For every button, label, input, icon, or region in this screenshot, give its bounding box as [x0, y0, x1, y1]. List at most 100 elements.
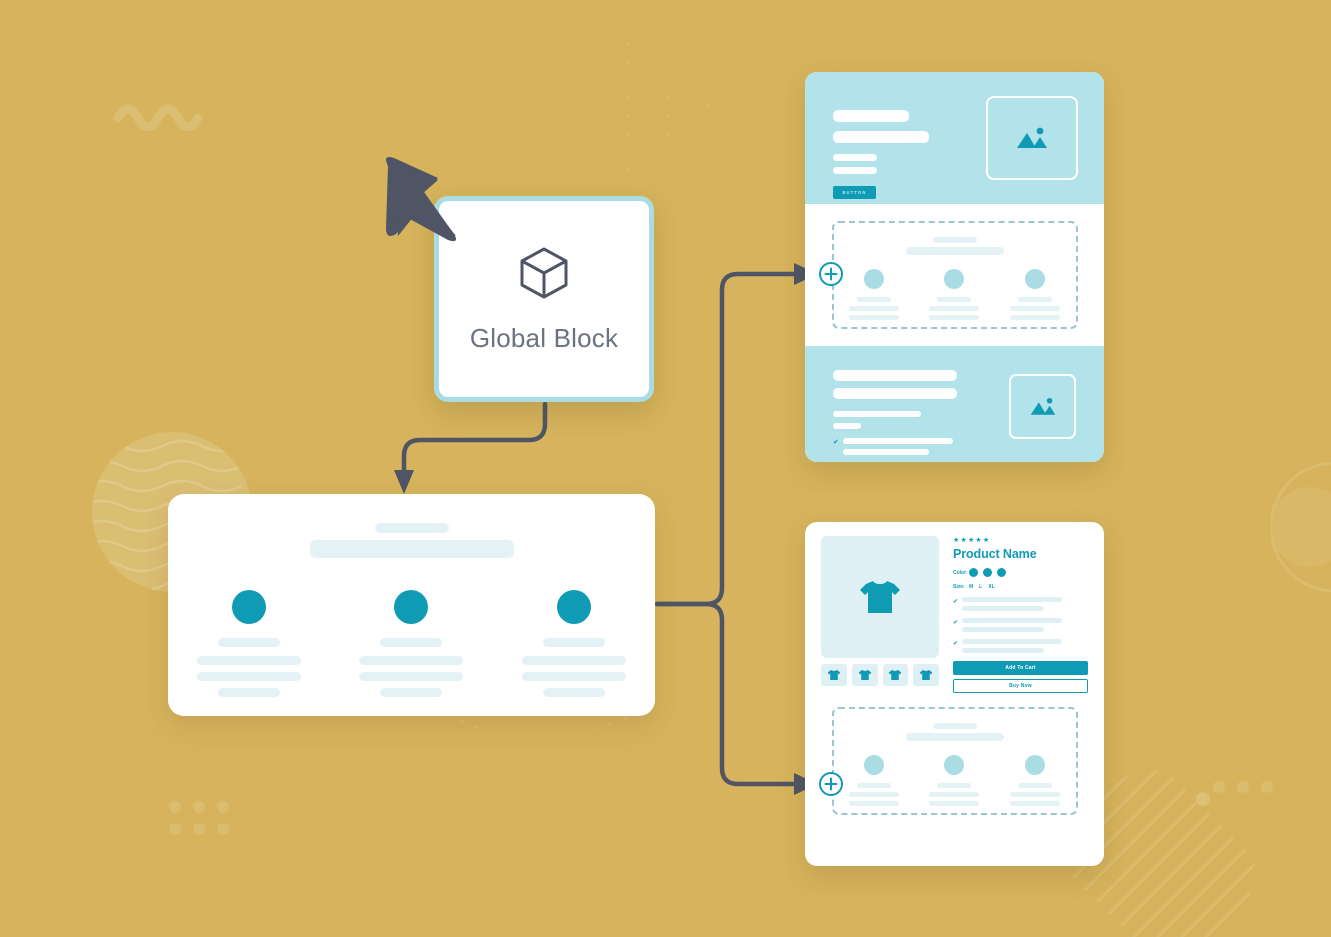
instance-column — [509, 590, 639, 697]
circle-icon — [556, 590, 591, 624]
text-placeholder — [937, 783, 972, 788]
dropzone-heading-placeholder — [932, 723, 977, 729]
circle-icon — [944, 269, 965, 289]
feature-title-placeholder — [833, 388, 957, 399]
text-placeholder — [848, 801, 899, 806]
color-swatch[interactable] — [983, 568, 992, 577]
product-feature-item: ✔ — [953, 597, 1088, 611]
product-thumbnails — [821, 664, 939, 686]
cursor-arrow-icon — [386, 157, 456, 242]
dropzone-heading-placeholder — [932, 237, 977, 243]
circle-icon — [944, 755, 965, 775]
dropzone-column — [1004, 755, 1066, 806]
hero-cta-button[interactable]: BUTTON — [833, 186, 876, 199]
product-thumbnail[interactable] — [913, 664, 939, 686]
text-placeholder — [848, 306, 899, 311]
hero-text-block: BUTTON — [833, 110, 929, 199]
hero-text-placeholder — [833, 154, 877, 161]
tshirt-icon — [827, 669, 841, 681]
feature-text-block: ✔ ✔ — [833, 370, 957, 462]
tshirt-icon — [889, 669, 902, 681]
product-rating-stars: ★★★★★ — [953, 537, 991, 544]
text-placeholder — [962, 648, 1045, 653]
text-placeholder — [1010, 792, 1061, 797]
image-placeholder-icon — [1030, 397, 1055, 415]
text-placeholder — [197, 656, 302, 665]
hero-title-placeholder — [833, 110, 909, 122]
text-placeholder — [218, 688, 281, 697]
hero-subtitle-placeholder — [833, 131, 929, 143]
feature-text-placeholder — [833, 423, 861, 429]
product-gallery — [821, 536, 939, 693]
circle-icon — [232, 590, 267, 624]
heading-placeholder — [374, 523, 449, 533]
text-placeholder — [929, 306, 980, 311]
text-placeholder — [380, 638, 443, 647]
dropzone-top[interactable] — [831, 221, 1078, 329]
instance-column — [346, 590, 476, 697]
check-icon: ✔ — [953, 641, 959, 647]
text-placeholder — [937, 297, 972, 302]
feature-section: ✔ ✔ — [805, 346, 1104, 462]
text-placeholder — [962, 618, 1063, 623]
product-feature-item: ✔ — [953, 618, 1088, 632]
text-placeholder — [521, 656, 626, 665]
color-swatch[interactable] — [997, 568, 1006, 577]
text-placeholder — [962, 627, 1045, 632]
feature-text-placeholder — [833, 411, 921, 417]
size-option[interactable]: M — [969, 584, 973, 590]
text-placeholder — [197, 672, 302, 681]
text-placeholder — [1018, 783, 1053, 788]
feature-image-frame — [1009, 374, 1076, 439]
color-swatch[interactable] — [969, 568, 978, 577]
product-thumbnail[interactable] — [821, 664, 847, 686]
text-placeholder — [848, 792, 899, 797]
page-preview-top[interactable]: BUTTON ✔ — [805, 72, 1104, 462]
circle-icon — [1025, 269, 1046, 289]
image-placeholder-icon — [1017, 127, 1047, 148]
text-placeholder — [962, 597, 1063, 602]
text-placeholder — [359, 656, 464, 665]
text-placeholder — [842, 438, 953, 444]
check-icon: ✔ — [953, 620, 959, 626]
insert-plus-marker-top[interactable] — [818, 261, 844, 287]
size-option[interactable]: XL — [988, 584, 994, 590]
text-placeholder — [1018, 297, 1053, 302]
size-option[interactable]: L — [979, 584, 982, 590]
circle-icon — [863, 755, 884, 775]
product-size-row: Size: M L XL — [953, 584, 1088, 590]
product-main-image[interactable] — [821, 536, 939, 658]
add-to-cart-button[interactable]: Add To Cart — [953, 661, 1088, 675]
dropzone-column — [843, 755, 905, 806]
dropzone-subheading-placeholder — [905, 247, 1004, 255]
product-thumbnail[interactable] — [882, 664, 909, 686]
text-placeholder — [521, 672, 626, 681]
text-placeholder — [542, 638, 605, 647]
insert-plus-marker-bottom[interactable] — [818, 771, 844, 797]
page-preview-bottom[interactable]: ★★★★★ Product Name Color: Size: M L XL ✔ — [805, 522, 1104, 866]
canvas: Global Block BUTTON ✔ ★★★★★ Product Name… — [0, 0, 1331, 937]
text-placeholder — [848, 315, 899, 320]
instance-columns — [168, 590, 655, 697]
hero-text-placeholder — [833, 167, 877, 174]
text-placeholder — [929, 801, 980, 806]
hero-section: BUTTON — [805, 72, 1104, 204]
product-thumbnail[interactable] — [851, 664, 878, 686]
dropzone-bottom[interactable] — [831, 707, 1078, 815]
text-placeholder — [1010, 306, 1061, 311]
tshirt-icon — [858, 669, 871, 681]
text-placeholder — [856, 297, 891, 302]
text-placeholder — [359, 672, 464, 681]
feature-title-placeholder — [833, 370, 957, 381]
text-placeholder — [856, 783, 891, 788]
dropzone-column — [1004, 269, 1066, 320]
buy-now-button[interactable]: Buy Now — [953, 679, 1088, 693]
hero-image-frame — [986, 96, 1078, 180]
text-placeholder — [380, 688, 443, 697]
text-placeholder — [929, 792, 980, 797]
dropzone-subheading-placeholder — [905, 733, 1004, 741]
text-placeholder — [218, 638, 281, 647]
product-detail-section: ★★★★★ Product Name Color: Size: M L XL ✔ — [805, 522, 1104, 693]
global-block-instance-card[interactable] — [168, 494, 655, 716]
cube-icon — [520, 247, 568, 298]
